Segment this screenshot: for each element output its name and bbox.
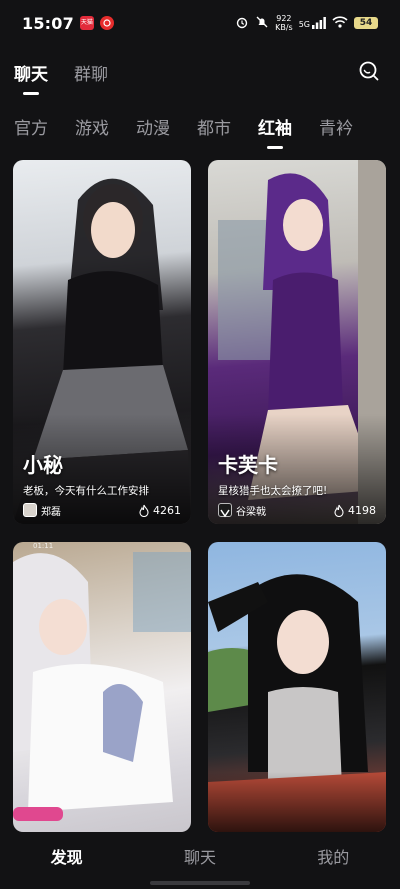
nav-me[interactable]: 我的 xyxy=(293,844,373,868)
category-tabs: 官方 游戏 动漫 都市 红袖 青衿 xyxy=(14,114,353,149)
author-name: 谷梁戟 xyxy=(236,506,266,518)
tmall-notification-icon: 天猫 xyxy=(79,16,94,30)
alarm-icon xyxy=(235,15,249,32)
card-author: 郑磊 xyxy=(23,503,61,518)
card-footer: 郑磊 4261 xyxy=(23,502,181,518)
flame-icon xyxy=(334,504,344,517)
status-time: 15:07 xyxy=(22,13,74,33)
home-indicator[interactable] xyxy=(150,881,250,885)
top-tabs: 聊天 群聊 xyxy=(14,60,108,95)
nav-discover[interactable]: 发现 xyxy=(27,844,107,868)
category-tab-games[interactable]: 游戏 xyxy=(75,114,109,149)
category-tab-hongxiu[interactable]: 红袖 xyxy=(258,114,292,149)
card-description: 星核猎手也太会撩了吧! xyxy=(218,485,328,497)
status-right: 922 KB/s 5G 54 xyxy=(235,14,378,32)
category-tab-official[interactable]: 官方 xyxy=(14,114,48,149)
card-shade xyxy=(208,772,386,832)
category-tab-urban[interactable]: 都市 xyxy=(197,114,231,149)
category-tab-anime[interactable]: 动漫 xyxy=(136,114,170,149)
wifi-icon xyxy=(332,15,348,31)
author-name: 郑磊 xyxy=(41,506,61,518)
card-likes: 4261 xyxy=(138,504,181,517)
character-card-xiaomi[interactable]: 小秘 老板，今天有什么工作安排 郑磊 4261 xyxy=(13,160,191,524)
character-card-kafka[interactable]: 卡芙卡 星核猎手也太会撩了吧! 谷梁戟 4198 xyxy=(208,160,386,524)
card-likes: 4198 xyxy=(333,504,376,517)
battery-icon: 54 xyxy=(354,17,378,29)
network-type: 5G xyxy=(298,20,310,29)
status-left: 15:07 天猫 xyxy=(22,14,114,33)
status-bar: 15:07 天猫 922 KB/s 5G 54 xyxy=(0,0,400,46)
tab-chat[interactable]: 聊天 xyxy=(14,60,48,95)
card-footer: 谷梁戟 4198 xyxy=(218,502,376,518)
card-title: 小秘 xyxy=(23,453,63,477)
author-avatar xyxy=(218,503,232,518)
character-card-3[interactable]: 01:11 xyxy=(13,542,191,832)
search-icon[interactable] xyxy=(358,60,380,82)
flame-icon xyxy=(139,504,149,517)
mute-bell-icon xyxy=(255,15,269,32)
character-card-4[interactable] xyxy=(208,542,386,832)
netease-music-notification-icon xyxy=(99,16,114,30)
author-avatar xyxy=(23,503,37,517)
card-description: 老板，今天有什么工作安排 xyxy=(23,485,149,497)
cellular-signal-icon: 5G xyxy=(299,17,326,29)
card-title: 卡芙卡 xyxy=(218,453,278,477)
card-author: 谷梁戟 xyxy=(218,503,266,518)
likes-count: 4261 xyxy=(153,503,181,517)
category-tab-qingjin[interactable]: 青衿 xyxy=(319,114,353,149)
net-speed-unit: KB/s xyxy=(275,23,293,32)
nav-chat[interactable]: 聊天 xyxy=(160,844,240,868)
character-image xyxy=(13,552,191,821)
network-speed: 922 KB/s xyxy=(275,14,293,32)
tab-group-chat[interactable]: 群聊 xyxy=(74,60,108,95)
likes-count: 4198 xyxy=(348,503,376,517)
net-speed-value: 922 xyxy=(276,14,292,23)
